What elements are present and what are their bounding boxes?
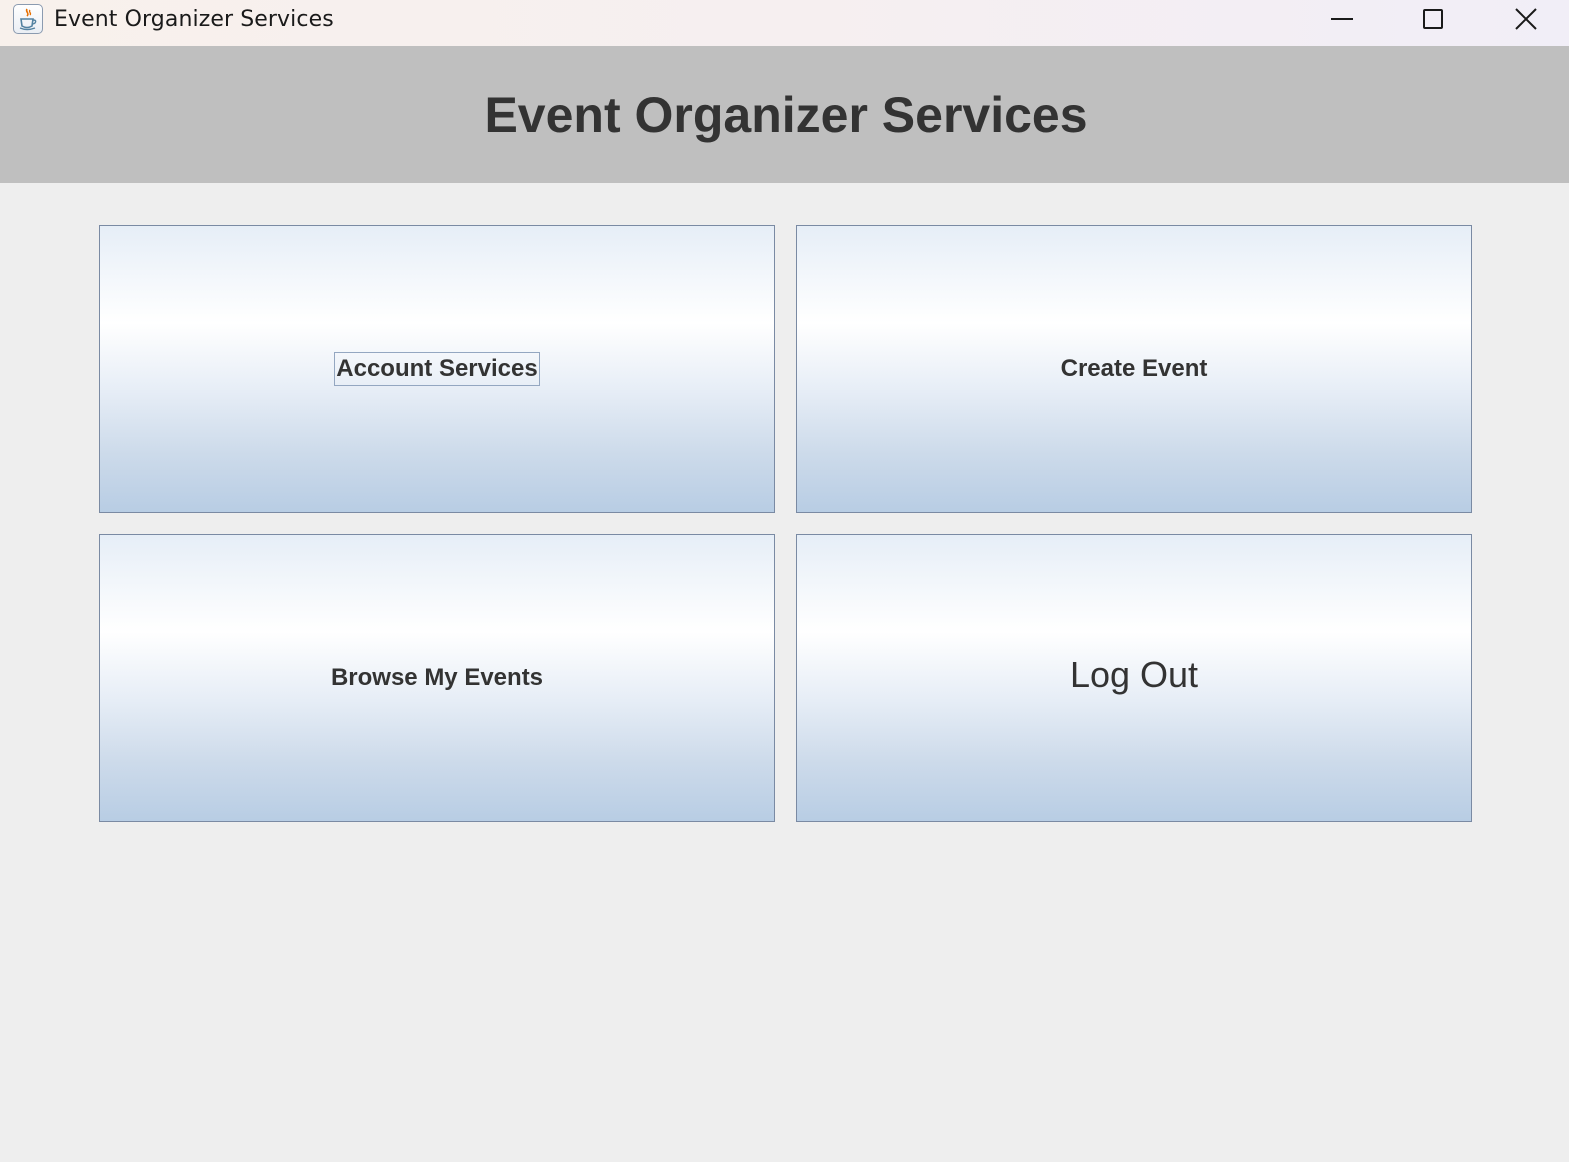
minimize-icon [1331,18,1353,20]
log-out-label: Log Out [1069,654,1199,695]
account-services-label: Account Services [334,352,540,386]
page-title: Event Organizer Services [484,86,1088,143]
create-event-label: Create Event [1060,355,1208,382]
account-services-button[interactable]: Account Services [99,225,775,513]
browse-my-events-button[interactable]: Browse My Events [99,534,775,822]
close-icon [1515,8,1537,30]
window-title: Event Organizer Services [54,7,334,32]
browse-my-events-label: Browse My Events [330,664,544,691]
maximize-icon [1423,9,1443,29]
close-button[interactable] [1480,0,1569,38]
header-banner: Event Organizer Services [0,46,1569,183]
window-titlebar: Event Organizer Services [0,0,1569,46]
minimize-button[interactable] [1296,0,1388,38]
create-event-button[interactable]: Create Event [796,225,1472,513]
java-coffee-icon [13,4,43,34]
log-out-button[interactable]: Log Out [796,534,1472,822]
maximize-button[interactable] [1387,0,1479,38]
